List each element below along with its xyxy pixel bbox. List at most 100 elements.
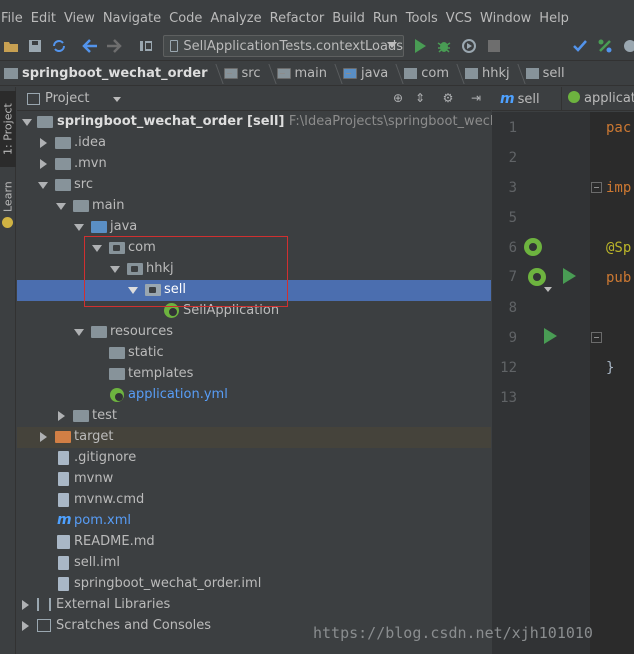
code-text: pub (606, 270, 632, 286)
library-icon (37, 598, 51, 611)
vcs-update-icon[interactable] (572, 38, 588, 54)
folder-icon (73, 410, 89, 422)
sync-icon[interactable] (51, 38, 67, 54)
forward-arrow-icon[interactable] (106, 38, 122, 54)
breadcrumb-item-project[interactable]: springboot_wechat_order (0, 63, 224, 84)
collapsed-arrow-icon[interactable] (58, 411, 65, 421)
tree-row-templates[interactable]: templates (17, 364, 491, 385)
editor-tab-application[interactable]: applicat (568, 91, 634, 106)
tree-row-project-iml[interactable]: springboot_wechat_order.iml (17, 574, 491, 595)
markdown-file-icon (57, 535, 70, 549)
excluded-folder-icon (55, 431, 71, 443)
folder-icon (109, 347, 125, 359)
menu-help[interactable]: Help (537, 11, 575, 26)
tree-row-test[interactable]: test (17, 406, 491, 427)
breadcrumb-item-sell[interactable]: sell (522, 66, 565, 81)
menu-tools[interactable]: Tools (404, 11, 444, 26)
folder-icon (55, 179, 71, 191)
save-icon[interactable] (27, 38, 43, 54)
tree-row-target[interactable]: target (17, 427, 491, 448)
menu-file[interactable]: File (0, 11, 29, 26)
navigation-bar: springboot_wechat_order src main java co… (0, 62, 634, 86)
line-number: 5 (508, 210, 517, 226)
locate-icon[interactable]: ⊕ (391, 91, 405, 105)
tree-row-static[interactable]: static (17, 343, 491, 364)
file-icon (58, 451, 69, 465)
menu-refactor[interactable]: Refactor (268, 11, 331, 26)
expand-arrow-icon[interactable] (38, 182, 48, 189)
spring-bean-icon[interactable] (524, 238, 542, 256)
tree-row-gitignore[interactable]: .gitignore (17, 448, 491, 469)
menu-view[interactable]: View (62, 11, 101, 26)
package-icon (465, 68, 478, 79)
fold-icon[interactable] (591, 182, 602, 193)
tree-row-mvn[interactable]: .mvn (17, 154, 491, 175)
package-icon (525, 68, 539, 79)
chevron-down-icon[interactable] (544, 287, 552, 292)
menu-navigate[interactable]: Navigate (101, 11, 167, 26)
panel-title[interactable]: Project (45, 91, 89, 106)
tree-row-application-yml[interactable]: application.yml (17, 385, 491, 406)
package-icon (404, 68, 418, 79)
tree-row-sell-iml[interactable]: sell.iml (17, 553, 491, 574)
menu-vcs[interactable]: VCS (444, 11, 478, 26)
back-arrow-icon[interactable] (82, 38, 98, 54)
coverage-icon[interactable] (461, 38, 477, 54)
vcs-commit-icon[interactable] (597, 38, 613, 54)
chevron-down-icon[interactable] (113, 97, 121, 102)
tree-row-mvnw[interactable]: mvnw (17, 469, 491, 490)
tree-row-root[interactable]: springboot_wechat_order [sell] F:\IdeaPr… (17, 112, 552, 133)
spring-bean-icon[interactable] (528, 268, 546, 286)
tree-label: springboot_wechat_order.iml (74, 576, 262, 591)
run-icon[interactable] (412, 38, 428, 54)
tree-row-mvnw-cmd[interactable]: mvnw.cmd (17, 490, 491, 511)
build-icon[interactable] (138, 38, 154, 54)
expand-arrow-icon[interactable] (56, 203, 66, 210)
breadcrumb-item-com[interactable]: com (400, 63, 465, 84)
menu-analyze[interactable]: Analyze (208, 11, 267, 26)
tree-row-src[interactable]: src (17, 175, 491, 196)
hide-panel-icon[interactable]: ⇥ (469, 91, 483, 105)
collapsed-arrow-icon[interactable] (40, 432, 47, 442)
breadcrumb-item-main[interactable]: main (273, 63, 343, 84)
collapsed-arrow-icon[interactable] (40, 138, 47, 148)
fold-icon[interactable] (591, 332, 602, 343)
collapsed-arrow-icon[interactable] (22, 621, 29, 631)
menu-build[interactable]: Build (330, 11, 371, 26)
run-gutter-icon[interactable] (563, 268, 576, 284)
breadcrumb-item-src[interactable]: src (220, 63, 277, 84)
tree-row-idea[interactable]: .idea (17, 133, 491, 154)
collapsed-arrow-icon[interactable] (40, 159, 47, 169)
collapse-all-icon[interactable]: ⇕ (413, 91, 427, 105)
folder-icon (342, 68, 357, 79)
tree-row-resources[interactable]: resources (17, 322, 491, 343)
breadcrumb-label: sell (542, 66, 565, 81)
open-folder-icon[interactable] (3, 38, 19, 54)
expand-arrow-icon[interactable] (22, 119, 32, 126)
tree-row-pom[interactable]: m pom.xml (17, 511, 491, 532)
tool-tab-learn[interactable]: Learn (0, 179, 16, 215)
tree-row-external-libraries[interactable]: External Libraries (17, 595, 491, 616)
menu-code[interactable]: Code (167, 11, 208, 26)
stop-icon[interactable] (486, 38, 502, 54)
collapsed-arrow-icon[interactable] (22, 600, 29, 610)
editor-tab-sell[interactable]: m sell (500, 91, 540, 107)
run-gutter-icon[interactable] (544, 328, 557, 344)
expand-arrow-icon[interactable] (74, 224, 84, 231)
tree-row-main[interactable]: main (17, 196, 491, 217)
tool-tab-project[interactable]: 1: Project (0, 91, 16, 167)
run-config-select[interactable]: SellApplicationTests.contextLoads (163, 35, 404, 57)
menu-edit[interactable]: Edit (29, 11, 62, 26)
expand-arrow-icon[interactable] (74, 329, 84, 336)
tree-row-readme[interactable]: README.md (17, 532, 491, 553)
history-icon[interactable] (621, 38, 634, 54)
menu-run[interactable]: Run (371, 11, 404, 26)
gear-icon[interactable]: ⚙ (441, 91, 455, 105)
menu-window[interactable]: Window (478, 11, 537, 26)
breadcrumb-item-hhkj[interactable]: hhkj (461, 63, 526, 84)
code-editor[interactable]: 1 2 3 5 6 7 8 9 12 13 pac imp @Sp pub } (492, 112, 634, 654)
line-number: 6 (508, 240, 517, 256)
breadcrumb-item-java[interactable]: java (339, 63, 404, 84)
tree-row-java[interactable]: java (17, 217, 491, 238)
debug-icon[interactable] (436, 38, 452, 54)
